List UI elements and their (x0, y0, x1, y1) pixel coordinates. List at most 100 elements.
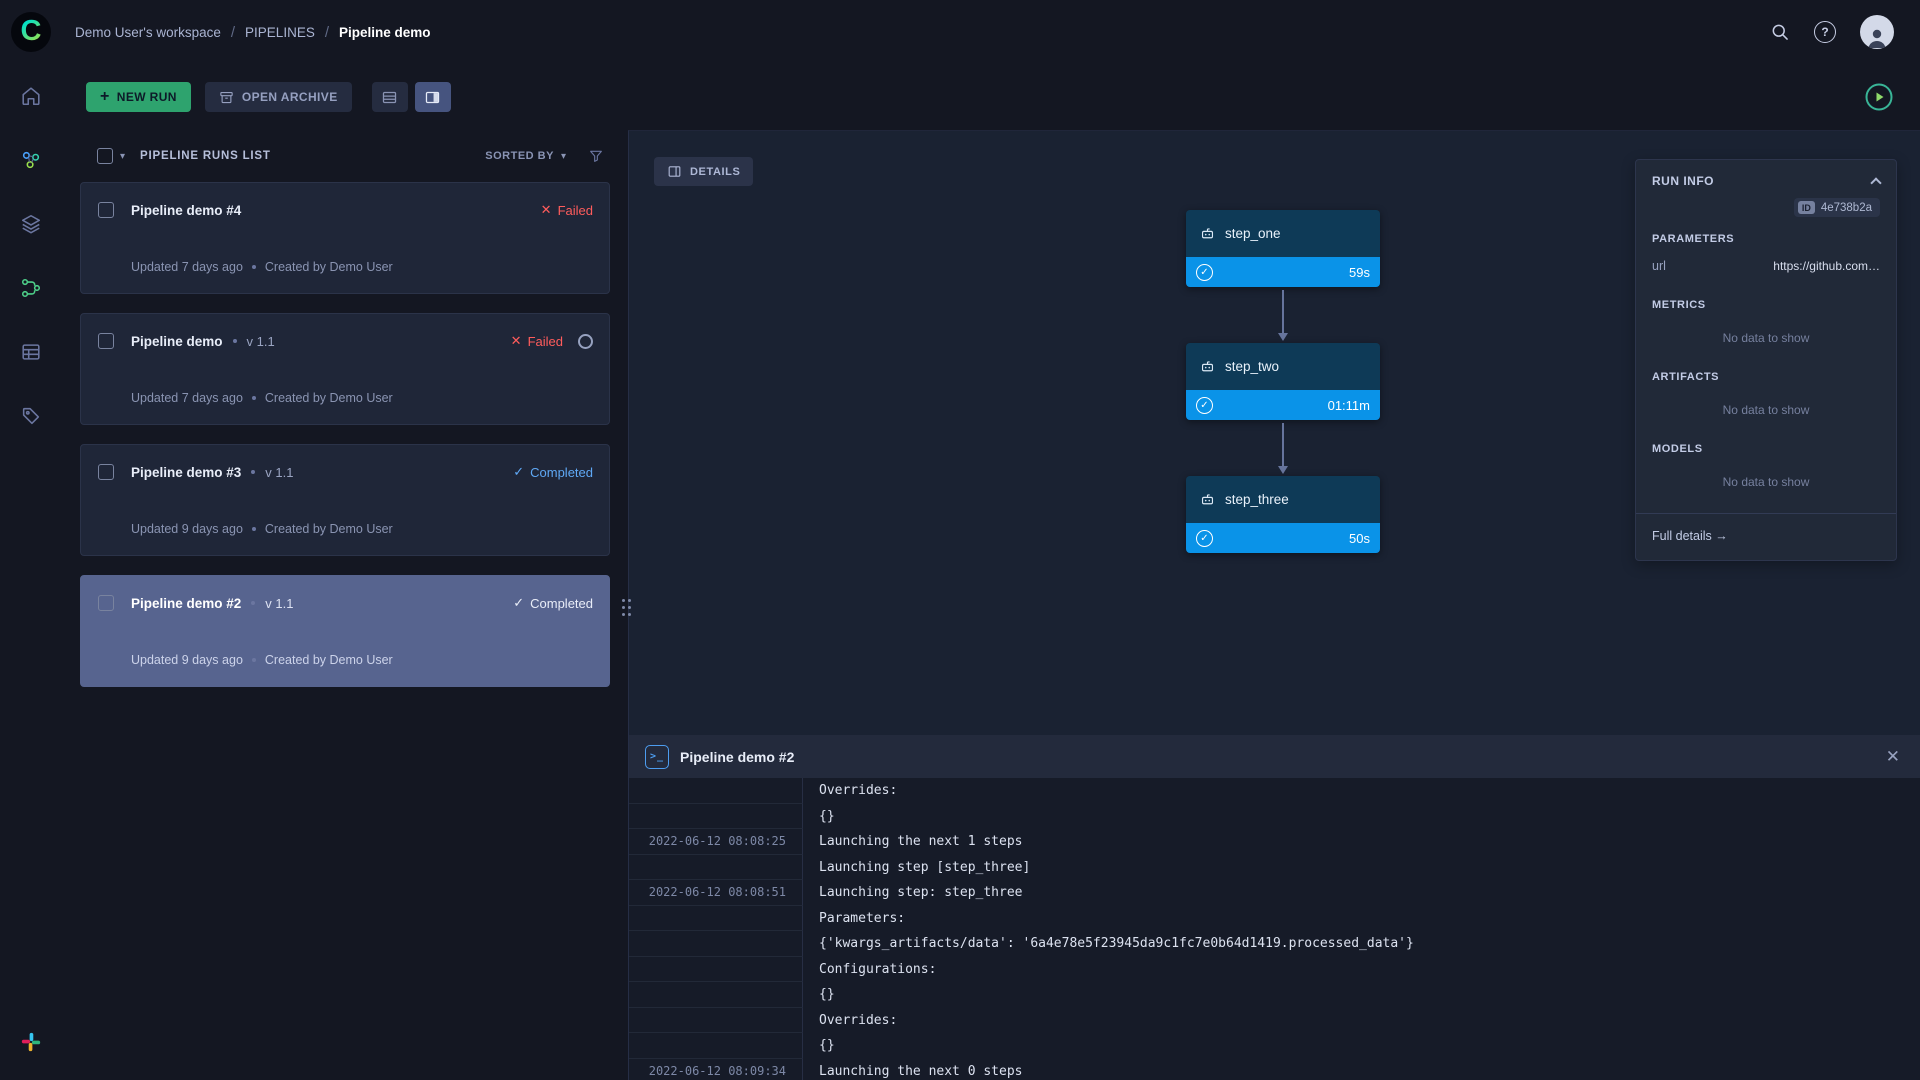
details-button[interactable]: DETAILS (654, 157, 753, 186)
run-meta: Updated 7 days ago Created by Demo User (131, 391, 593, 405)
dot-separator (252, 265, 256, 269)
dot-separator (251, 601, 255, 605)
parameter-row[interactable]: url https://github.com… (1652, 259, 1880, 273)
select-all-checkbox[interactable] (97, 148, 113, 164)
run-id-value: 4e738b2a (1821, 202, 1872, 214)
log-timestamp: 2022-06-12 08:08:25 (629, 829, 803, 855)
run-checkbox[interactable] (98, 202, 114, 218)
log-message: Overrides: (803, 1008, 897, 1034)
run-info-panel: RUN INFO ID 4e738b2a PARAMETERS url http… (1635, 159, 1897, 561)
metrics-no-data: No data to show (1652, 331, 1880, 345)
run-version: v 1.1 (265, 596, 293, 611)
log-message: Launching the next 1 steps (803, 829, 1023, 855)
run-card-pipeline-demo-3[interactable]: Pipeline demo #3 v 1.1 ✓ Completed Updat… (80, 444, 610, 556)
step-name: step_two (1225, 359, 1279, 374)
filter-icon[interactable] (588, 148, 604, 164)
plus-icon: + (100, 89, 110, 105)
bot-icon (1199, 225, 1216, 242)
user-avatar[interactable] (1860, 15, 1894, 49)
top-header: C Demo User's workspace / PIPELINES / Pi… (0, 0, 1920, 64)
view-toggle-group (372, 82, 451, 112)
runs-list: Pipeline demo #4 ✕ Failed Updated 7 days… (62, 174, 628, 687)
log-line: Overrides: (629, 778, 1920, 804)
person-icon (1864, 25, 1890, 49)
run-meta: Updated 9 days ago Created by Demo User (131, 653, 593, 667)
collapse-chevron-icon[interactable] (1870, 177, 1881, 188)
details-panel-icon (667, 164, 682, 179)
sidebar-item-applications[interactable] (11, 396, 51, 436)
panel-resize-handle[interactable] (620, 588, 632, 626)
run-status-badge: ✓ Completed (513, 595, 593, 611)
log-timestamp (629, 1008, 803, 1034)
log-line: 2022-06-12 08:08:25 Launching the next 1… (629, 829, 1920, 855)
console-log[interactable]: Overrides: {} 2022-06-12 08:08:25 Launch… (629, 778, 1920, 1080)
step-duration: 59s (1349, 265, 1370, 280)
pipeline-step-node[interactable]: step_two ✓ 01:11m (1186, 343, 1380, 420)
run-meta: Updated 9 days ago Created by Demo User (131, 522, 593, 536)
sorted-by-button[interactable]: SORTED BY (485, 150, 554, 162)
sidebar-item-pipelines[interactable] (11, 268, 51, 308)
sidebar-item-datasets[interactable] (11, 204, 51, 244)
sidebar-item-reports[interactable] (11, 332, 51, 372)
log-line: 2022-06-12 08:09:34 Launching the next 0… (629, 1059, 1920, 1080)
run-card-pipeline-demo-4[interactable]: Pipeline demo #4 ✕ Failed Updated 7 days… (80, 182, 610, 294)
sidebar-item-slack[interactable] (11, 1022, 51, 1062)
step-completed-check-icon: ✓ (1196, 264, 1213, 281)
dot-separator (252, 396, 256, 400)
breadcrumb-pipelines[interactable]: PIPELINES (245, 25, 315, 40)
status-ring-icon[interactable] (578, 334, 593, 349)
artifacts-no-data: No data to show (1652, 403, 1880, 417)
run-name: Pipeline demo (131, 334, 223, 349)
split-view-toggle[interactable] (415, 82, 451, 112)
log-timestamp (629, 1033, 803, 1059)
home-icon (20, 85, 42, 107)
dag-arrow (1186, 287, 1380, 343)
pipeline-dag-canvas: DETAILS step_one ✓ 59s (628, 130, 1920, 735)
log-line: {'kwargs_artifacts/data': '6a4e78e5f2394… (629, 931, 1920, 957)
run-checkbox[interactable] (98, 595, 114, 611)
log-line: Configurations: (629, 957, 1920, 983)
sort-caret-icon[interactable]: ▾ (561, 151, 566, 162)
new-run-button[interactable]: + NEW RUN (86, 82, 191, 112)
table-view-toggle[interactable] (372, 82, 408, 112)
log-timestamp (629, 957, 803, 983)
run-id-badge[interactable]: ID 4e738b2a (1794, 198, 1880, 217)
run-card-pipeline-demo-2[interactable]: Pipeline demo #2 v 1.1 ✓ Completed Updat… (80, 575, 610, 687)
split-view-icon (424, 89, 441, 106)
log-line: {} (629, 1033, 1920, 1059)
sidebar-item-dashboard[interactable] (11, 76, 51, 116)
log-timestamp: 2022-06-12 08:08:51 (629, 880, 803, 906)
artifacts-section-title: ARTIFACTS (1652, 371, 1880, 383)
clearml-logo[interactable]: C (11, 12, 51, 52)
open-archive-label: OPEN ARCHIVE (242, 90, 338, 104)
open-archive-button[interactable]: OPEN ARCHIVE (205, 82, 352, 112)
breadcrumb-separator: / (325, 24, 329, 41)
search-icon[interactable] (1770, 22, 1790, 42)
log-timestamp (629, 906, 803, 932)
run-checkbox[interactable] (98, 333, 114, 349)
close-icon[interactable]: ✕ (1886, 748, 1900, 765)
full-details-link[interactable]: Full details → (1652, 529, 1728, 543)
breadcrumb-workspace[interactable]: Demo User's workspace (75, 25, 221, 40)
applications-icon (20, 405, 42, 427)
auto-refresh-icon[interactable] (1864, 82, 1894, 112)
projects-icon (20, 149, 42, 171)
console-panel: >_ Pipeline demo #2 ✕ Overrides: {} 2022… (628, 735, 1920, 1080)
sidebar-item-projects[interactable] (11, 140, 51, 180)
breadcrumb-current: Pipeline demo (339, 25, 431, 40)
dot-separator (252, 527, 256, 531)
run-name: Pipeline demo #3 (131, 465, 241, 480)
help-icon[interactable]: ? (1814, 21, 1836, 43)
pipeline-step-node[interactable]: step_one ✓ 59s (1186, 210, 1380, 287)
run-card-pipeline-demo[interactable]: Pipeline demo v 1.1 ✕ Failed Updated 7 d… (80, 313, 610, 425)
pipeline-step-node[interactable]: step_three ✓ 50s (1186, 476, 1380, 553)
run-meta: Updated 7 days ago Created by Demo User (131, 260, 593, 274)
select-all-caret-icon[interactable]: ▾ (120, 151, 125, 162)
run-checkbox[interactable] (98, 464, 114, 480)
parameter-value: https://github.com… (1773, 259, 1880, 273)
run-version: v 1.1 (247, 334, 275, 349)
run-name: Pipeline demo #2 (131, 596, 241, 611)
clearml-logo-letter: C (21, 17, 42, 46)
details-label: DETAILS (690, 166, 740, 178)
archive-icon (219, 90, 234, 105)
